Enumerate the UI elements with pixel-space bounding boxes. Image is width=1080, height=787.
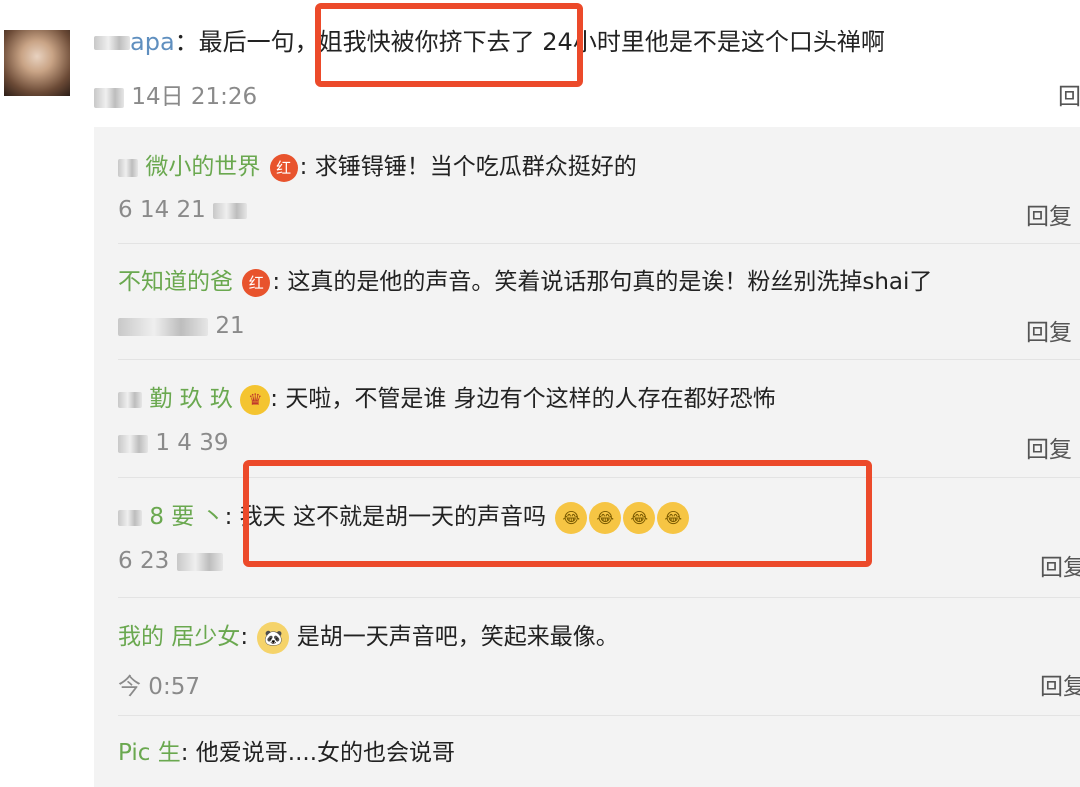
crown-icon: ♛	[240, 384, 271, 415]
reply-list: 微小的世界 红: 求锤锝锤！当个吃瓜群众挺好的 6 14 21 回复 不知道的爸…	[94, 127, 1080, 787]
panda-icon: 🐼	[257, 621, 290, 654]
blurred-username	[94, 36, 130, 50]
laughing-crying-emoji-icon: 😂	[589, 501, 622, 534]
main-comment: apa：最后一句，姐我快被你挤下去了 24小时里他是不是这个口头禅啊	[94, 22, 885, 57]
reply-text: 我天 这不就是胡一天的声音吗	[239, 504, 546, 530]
reply-item: Pic 生: 他爱说哥....女的也会说哥	[118, 740, 456, 766]
comment-colon: ：	[174, 28, 199, 56]
reply-text: 是胡一天声音吧，笑起来最像。	[296, 624, 619, 650]
comment-username[interactable]: apa	[130, 28, 175, 56]
reply-date: 6 23	[118, 548, 223, 574]
reply-text: 他爱说哥....女的也会说哥	[195, 740, 456, 766]
reply-text: 求锤锝锤！当个吃瓜群众挺好的	[314, 154, 637, 180]
badge-icon: 红	[269, 153, 298, 182]
reply-text: 这真的是他的声音。笑着说话那句真的是诶！粉丝别洗掉shai了	[287, 269, 933, 295]
reply-username[interactable]: 我的 居少女	[118, 624, 240, 650]
avatar[interactable]	[4, 30, 70, 96]
reply-item: 勤 玖 玖 ♛: 天啦，不管是谁 身边有个这样的人存在都好恐怖	[118, 379, 776, 415]
reply-button[interactable]: 回复	[1026, 313, 1072, 347]
reply-username[interactable]: 不知道的爸	[118, 269, 233, 295]
comment-text: 最后一句，姐我快被你挤下去了 24小时里他是不是这个口头禅啊	[198, 28, 885, 56]
reply-button[interactable]: 回复	[1026, 430, 1072, 464]
laughing-crying-emoji-icon: 😂	[555, 501, 588, 534]
reply-item: 不知道的爸 红: 这真的是他的声音。笑着说话那句真的是诶！粉丝别洗掉shai了	[118, 268, 933, 297]
laughing-crying-emoji-icon: 😂	[657, 501, 690, 534]
reply-username[interactable]: 8 要 丶	[149, 504, 224, 530]
reply-button[interactable]: 回	[1058, 77, 1080, 111]
reply-date: 今 0:57	[118, 674, 200, 700]
reply-item: 8 要 丶: 我天 这不就是胡一天的声音吗 😂 😂 😂 😂	[118, 497, 690, 534]
reply-text: 天啦，不管是谁 身边有个这样的人存在都好恐怖	[285, 386, 776, 412]
reply-date: 6 14 21	[118, 197, 248, 223]
reply-date: 1 4 39	[118, 430, 228, 456]
reply-date: 21	[118, 313, 245, 339]
comment-date: 14日 21:26	[94, 77, 257, 111]
reply-username[interactable]: 勤 玖 玖	[149, 386, 233, 412]
reply-button[interactable]: 回复	[1040, 667, 1080, 701]
reply-username[interactable]: 微小的世界	[145, 154, 260, 180]
reply-button[interactable]: 回复	[1026, 197, 1072, 231]
reply-item: 微小的世界 红: 求锤锝锤！当个吃瓜群众挺好的	[118, 147, 637, 182]
reply-item: 我的 居少女: 🐼 是胡一天声音吧，笑起来最像。	[118, 617, 619, 654]
badge-icon: 红	[242, 268, 271, 297]
reply-button[interactable]: 回复	[1040, 548, 1080, 582]
reply-username[interactable]: Pic 生	[118, 740, 181, 766]
laughing-crying-emoji-icon: 😂	[623, 501, 656, 534]
